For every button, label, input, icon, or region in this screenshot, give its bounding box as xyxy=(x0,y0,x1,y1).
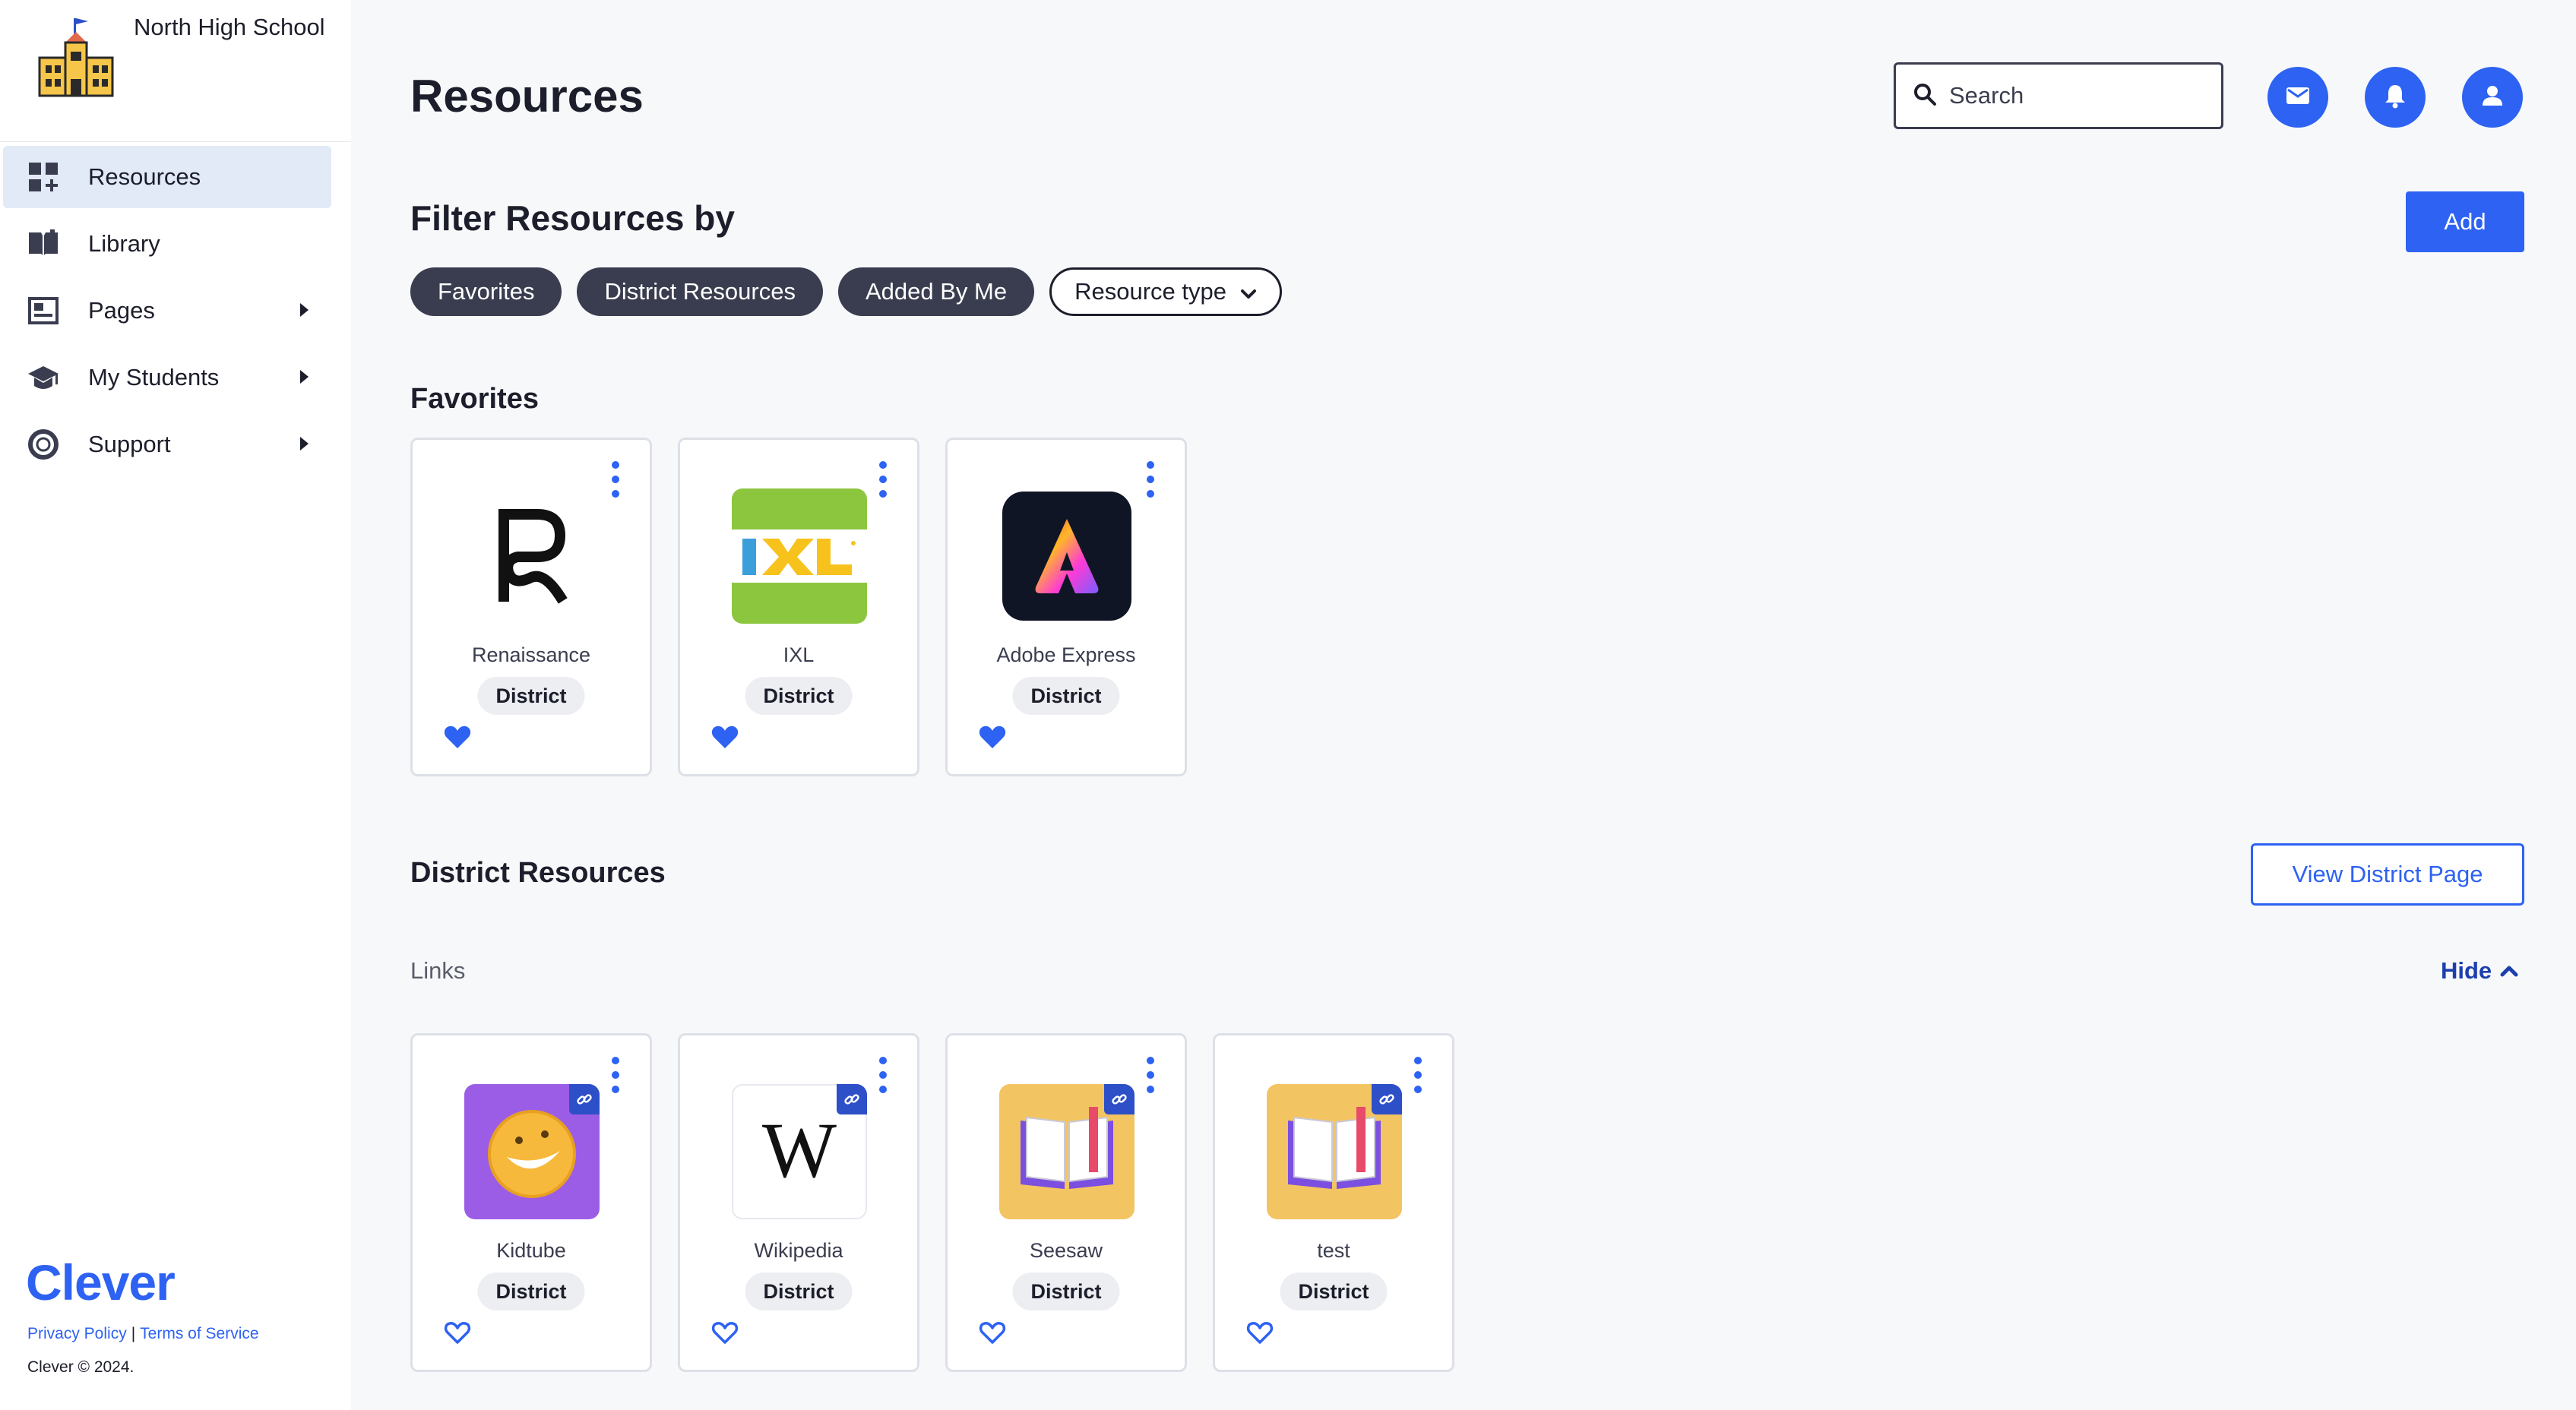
caret-right-icon xyxy=(300,437,309,451)
caret-right-icon xyxy=(300,370,309,384)
user-icon xyxy=(2479,82,2506,113)
district-tag: District xyxy=(1012,677,1120,715)
school-header xyxy=(33,15,119,100)
chevron-up-icon xyxy=(2500,966,2518,977)
link-icon xyxy=(1372,1084,1402,1114)
page-title: Resources xyxy=(410,71,644,122)
card-name: Wikipedia xyxy=(754,1239,843,1262)
district-tag: District xyxy=(745,1272,853,1310)
caret-right-icon xyxy=(300,303,309,317)
district-tag: District xyxy=(1012,1272,1120,1310)
svg-text:W: W xyxy=(762,1107,837,1194)
resource-card-renaissance[interactable]: Renaissance District xyxy=(410,438,652,776)
more-options-icon[interactable] xyxy=(878,461,888,498)
card-name: Seesaw xyxy=(1029,1239,1103,1262)
sidebar-item-my-students[interactable]: My Students xyxy=(3,346,331,409)
resource-card-seesaw[interactable]: Seesaw District xyxy=(945,1033,1187,1372)
more-options-icon[interactable] xyxy=(878,1057,888,1093)
profile-button[interactable] xyxy=(2462,67,2523,128)
more-options-icon[interactable] xyxy=(1145,1057,1156,1093)
district-tag: District xyxy=(1280,1272,1388,1310)
graduation-cap-icon xyxy=(27,362,59,394)
sidebar-item-label: Library xyxy=(88,230,160,257)
resources-icon xyxy=(27,161,59,193)
sidebar-item-label: Resources xyxy=(88,163,201,190)
search-box[interactable] xyxy=(1894,62,2223,129)
sidebar-divider xyxy=(0,141,351,142)
adobe-express-logo xyxy=(1002,492,1131,621)
filter-chip-added-by-me[interactable]: Added By Me xyxy=(837,267,1035,316)
filter-chip-favorites[interactable]: Favorites xyxy=(410,267,562,316)
links-label: Links xyxy=(410,957,466,984)
legal-separator: | xyxy=(131,1325,136,1342)
heart-outline-icon[interactable] xyxy=(978,1318,1007,1347)
sidebar-item-label: My Students xyxy=(88,364,220,390)
district-tag: District xyxy=(745,677,853,715)
sidebar-item-resources[interactable]: Resources xyxy=(3,146,331,208)
link-icon xyxy=(569,1084,600,1114)
mail-icon xyxy=(2284,82,2312,113)
heart-filled-icon[interactable] xyxy=(710,722,739,751)
resource-card-kidtube[interactable]: Kidtube District xyxy=(410,1033,652,1372)
view-district-page-button[interactable]: View District Page xyxy=(2251,843,2524,906)
bell-icon xyxy=(2381,82,2409,113)
heart-outline-icon[interactable] xyxy=(1245,1318,1274,1347)
card-name: Adobe Express xyxy=(996,643,1136,666)
sidebar-item-pages[interactable]: Pages xyxy=(3,280,331,342)
more-options-icon[interactable] xyxy=(610,461,621,498)
heart-filled-icon[interactable] xyxy=(978,722,1007,751)
book-icon xyxy=(27,228,59,260)
heart-outline-icon[interactable] xyxy=(443,1318,472,1347)
resource-type-label: Resource type xyxy=(1074,278,1226,305)
chevron-down-icon xyxy=(1240,278,1257,305)
more-options-icon[interactable] xyxy=(610,1057,621,1093)
search-icon xyxy=(1913,82,1937,110)
resource-card-adobe-express[interactable]: Adobe Express District xyxy=(945,438,1187,776)
renaissance-logo xyxy=(464,488,600,624)
sidebar-item-label: Support xyxy=(88,431,171,457)
more-options-icon[interactable] xyxy=(1145,461,1156,498)
legal-links: Privacy Policy | Terms of Service xyxy=(27,1325,259,1343)
hide-label: Hide xyxy=(2441,957,2492,984)
resource-card-ixl[interactable]: IXL District xyxy=(678,438,919,776)
heart-filled-icon[interactable] xyxy=(443,722,472,751)
link-icon xyxy=(837,1084,867,1114)
filter-chips: Favorites District Resources Added By Me… xyxy=(410,267,1282,316)
sidebar-item-library[interactable]: Library xyxy=(3,213,331,275)
district-resources-title: District Resources xyxy=(410,857,666,889)
lifebuoy-icon xyxy=(27,428,59,460)
copyright: Clever © 2024. xyxy=(27,1358,134,1376)
search-input[interactable] xyxy=(1949,82,2207,109)
card-name: test xyxy=(1317,1239,1350,1262)
notifications-button[interactable] xyxy=(2365,67,2426,128)
filter-title: Filter Resources by xyxy=(410,198,735,238)
school-name: North High School xyxy=(134,14,325,40)
ixl-logo xyxy=(732,488,867,624)
sidebar-nav: Resources Library Pages My Students Supp… xyxy=(3,146,331,480)
link-icon xyxy=(1104,1084,1135,1114)
district-tag: District xyxy=(477,1272,585,1310)
card-name: Kidtube xyxy=(496,1239,566,1262)
more-options-icon[interactable] xyxy=(1413,1057,1423,1093)
school-building-icon xyxy=(38,18,114,97)
favorites-title: Favorites xyxy=(410,383,539,415)
add-button[interactable]: Add xyxy=(2406,191,2524,252)
district-tag: District xyxy=(477,677,585,715)
resource-type-dropdown[interactable]: Resource type xyxy=(1049,267,1282,316)
heart-outline-icon[interactable] xyxy=(710,1318,739,1347)
sidebar-item-label: Pages xyxy=(88,297,155,324)
resource-card-test[interactable]: test District xyxy=(1213,1033,1454,1372)
terms-link[interactable]: Terms of Service xyxy=(140,1325,258,1342)
card-name: Renaissance xyxy=(471,643,591,666)
sidebar: North High School Resources Library Page… xyxy=(0,0,351,1410)
resource-card-wikipedia[interactable]: W Wikipedia District xyxy=(678,1033,919,1372)
filter-chip-district-resources[interactable]: District Resources xyxy=(577,267,823,316)
sidebar-item-support[interactable]: Support xyxy=(3,413,331,476)
messages-button[interactable] xyxy=(2267,67,2328,128)
clever-logo: Clever xyxy=(26,1254,176,1310)
card-name: IXL xyxy=(783,643,815,666)
hide-toggle[interactable]: Hide xyxy=(2441,957,2519,985)
privacy-policy-link[interactable]: Privacy Policy xyxy=(27,1325,127,1342)
page-icon xyxy=(27,295,59,327)
